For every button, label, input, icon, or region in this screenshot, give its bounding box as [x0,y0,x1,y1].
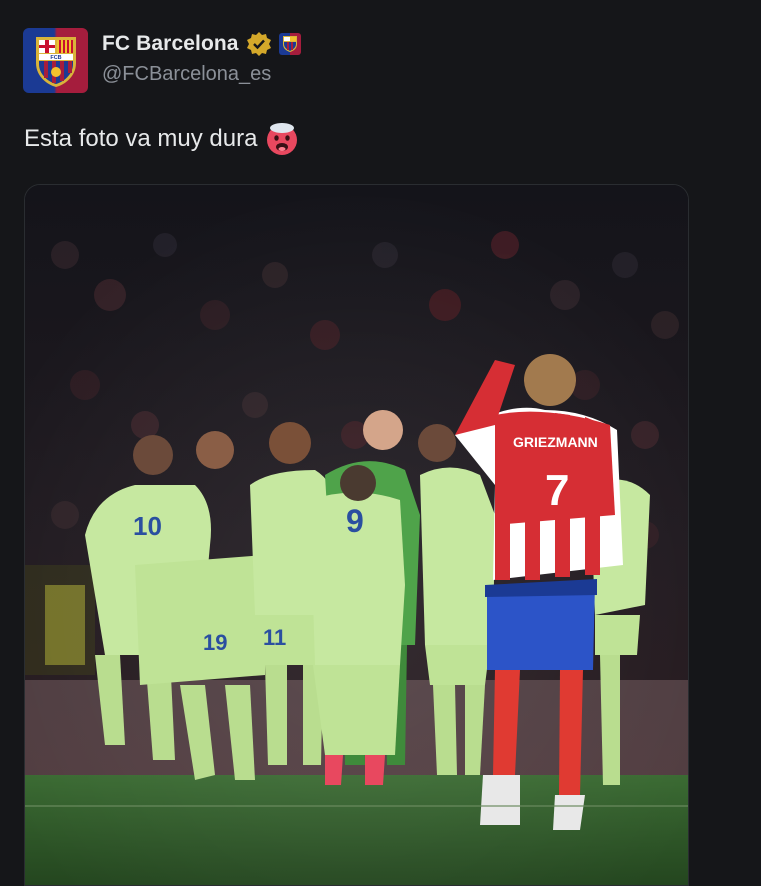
post-text-content: Esta foto va muy dura [24,125,258,152]
verified-badge-icon[interactable] [246,31,272,57]
post: FCB FC Barcelona @FCBarcelona_es Esta fo… [0,0,761,886]
opponent-name-on-jersey: GRIEZMANN [513,434,598,450]
jersey-number-short-mid: 11 [263,625,286,650]
author-name[interactable]: FC Barcelona [102,32,239,56]
jersey-number-center-back: 9 [346,503,364,539]
crest-text: FCB [50,55,61,61]
post-media-photo[interactable]: 10 19 11 9 GRIEZMANN 7 [24,184,689,886]
jersey-number-left: 10 [133,511,162,541]
post-text: Esta foto va muy dura [24,122,299,156]
author-handle[interactable]: @FCBarcelona_es [102,63,301,86]
hot-face-emoji-icon [265,122,299,156]
jersey-number-left-short: 19 [203,630,227,655]
jersey-number-opponent: 7 [545,466,569,515]
avatar[interactable]: FCB [23,28,88,93]
fc-barcelona-crest-icon: FCB [35,36,76,87]
team-huddle-photo: 10 19 11 9 GRIEZMANN 7 [25,185,688,885]
author-block: FC Barcelona @FCBarcelona_es [102,31,301,86]
name-row: FC Barcelona [102,31,301,57]
affiliate-badge-icon[interactable] [278,33,301,55]
